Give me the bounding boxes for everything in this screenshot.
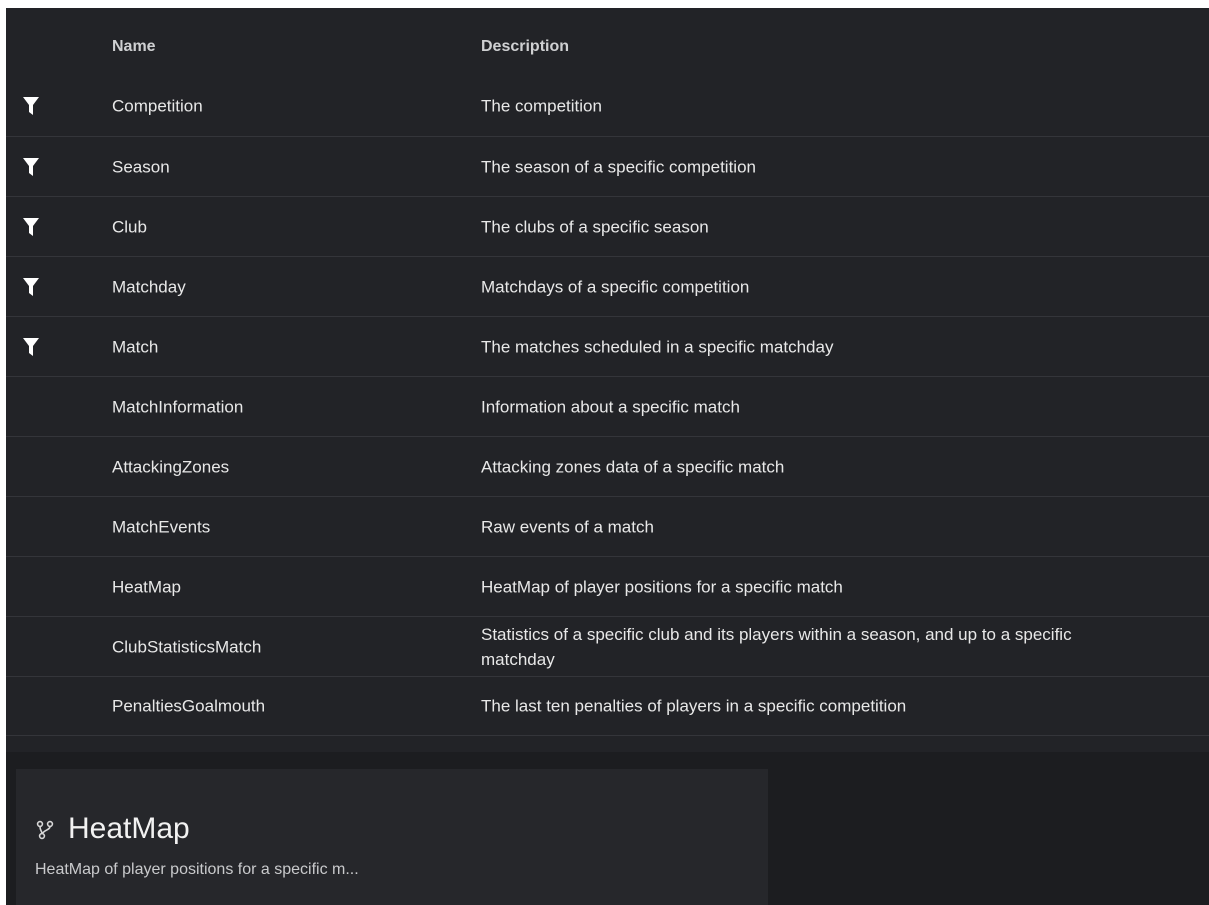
card-title-text: HeatMap: [68, 812, 190, 845]
row-name: AttackingZones: [112, 457, 230, 476]
filter-icon[interactable]: [23, 277, 39, 296]
table-row[interactable]: Club The clubs of a specific season: [6, 196, 1209, 256]
table-row[interactable]: MatchInformation Information about a spec…: [6, 376, 1209, 436]
card-description: HeatMap of player positions for a specif…: [35, 861, 359, 878]
row-name: Match: [112, 337, 159, 356]
table-row[interactable]: Match The matches scheduled in a specific…: [6, 316, 1209, 376]
table-row[interactable]: HeatMap HeatMap of player positions for a…: [6, 556, 1209, 616]
row-description: Information about a specific match: [481, 397, 740, 416]
table-row[interactable]: PenaltiesGoalmouth The last ten penalties…: [6, 676, 1209, 736]
table-row[interactable]: AttackingZones Attacking zones data of a …: [6, 436, 1209, 496]
endpoints-table: Name Description Competition The competit…: [6, 8, 1209, 752]
row-description: The last ten penalties of players in a s…: [481, 696, 907, 716]
table-row[interactable]: MatchEvents Raw events of a match: [6, 496, 1209, 556]
row-description: Raw events of a match: [481, 517, 654, 536]
row-name: PenaltiesGoalmouth: [112, 696, 266, 716]
row-name: Competition: [112, 96, 203, 116]
row-name: MatchInformation: [112, 397, 244, 416]
row-name: HeatMap: [112, 577, 181, 596]
row-name: Club: [112, 217, 147, 236]
filter-icon[interactable]: [23, 337, 39, 356]
row-name: Matchday: [112, 277, 186, 296]
table-row[interactable]: Competition The competition: [6, 76, 1209, 136]
filter-icon[interactable]: [23, 97, 39, 115]
table-body: Competition The competition Season The seas…: [6, 76, 1209, 736]
row-description: The season of a specific competition: [481, 157, 756, 176]
column-header-description[interactable]: Description: [481, 38, 569, 56]
table-row[interactable]: Season The season of a specific competiti…: [6, 136, 1209, 196]
column-header-name[interactable]: Name: [112, 38, 156, 56]
row-name: Season: [112, 157, 170, 176]
selected-endpoint-card[interactable]: HeatMap HeatMap of player positions for …: [16, 769, 768, 905]
app-frame: Name Description Competition The competit…: [6, 8, 1209, 905]
row-description: Matchdays of a specific competition: [481, 277, 750, 296]
table-row[interactable]: Matchday Matchdays of a specific competit…: [6, 256, 1209, 316]
table-row[interactable]: ClubStatisticsMatch Statistics of a speci…: [6, 616, 1209, 676]
branch-icon: [36, 820, 54, 840]
table-header: Name Description: [6, 8, 1209, 76]
row-description: The matches scheduled in a specific matc…: [481, 337, 834, 356]
row-description: The clubs of a specific season: [481, 217, 709, 236]
row-description: Attacking zones data of a specific match: [481, 457, 785, 476]
row-description: The competition: [481, 96, 602, 116]
filter-icon[interactable]: [23, 217, 39, 236]
card-title: HeatMap: [36, 811, 190, 847]
row-name: ClubStatisticsMatch: [112, 637, 262, 656]
row-name: MatchEvents: [112, 517, 211, 536]
row-description: HeatMap of player positions for a specif…: [481, 577, 843, 596]
row-description: Statistics of a specific club and its pl…: [481, 624, 1072, 669]
filter-icon[interactable]: [23, 157, 39, 176]
